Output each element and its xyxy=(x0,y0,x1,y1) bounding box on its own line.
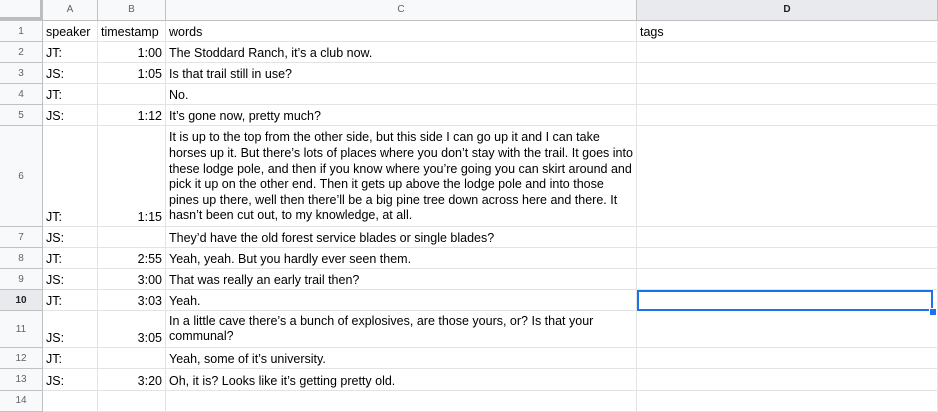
spreadsheet-grid: A B C D 1 speaker timestamp words tags 2… xyxy=(0,0,938,412)
cell[interactable]: Is that trail still in use? xyxy=(166,63,637,84)
cell[interactable]: words xyxy=(166,21,637,42)
fill-handle[interactable] xyxy=(929,308,937,316)
row-header[interactable]: 6 xyxy=(0,126,43,227)
row-header[interactable]: 1 xyxy=(0,21,43,42)
table-row: JT: 2:55 Yeah, yeah. But you hardly ever… xyxy=(43,248,938,269)
cell[interactable]: speaker xyxy=(43,21,98,42)
table-row: JT: 1:15 It is up to the top from the ot… xyxy=(43,126,938,227)
cell[interactable] xyxy=(637,84,938,105)
cell[interactable]: JT: xyxy=(43,42,98,63)
column-header-c[interactable]: C xyxy=(166,0,637,20)
cell[interactable] xyxy=(98,348,166,369)
cell[interactable]: 3:03 xyxy=(98,290,166,311)
table-row: JS: 1:12 It’s gone now, pretty much? xyxy=(43,105,938,126)
cell[interactable]: Oh, it is? Looks like it’s getting prett… xyxy=(166,369,637,391)
cell[interactable]: JS: xyxy=(43,227,98,248)
row-header[interactable]: 12 xyxy=(0,348,43,369)
cell[interactable] xyxy=(637,269,938,290)
cell[interactable]: That was really an early trail then? xyxy=(166,269,637,290)
cell[interactable] xyxy=(637,63,938,84)
cell[interactable]: JS: xyxy=(43,105,98,126)
table-row: JS: 3:05 In a little cave there’s a bunc… xyxy=(43,311,938,348)
column-header-a[interactable]: A xyxy=(43,0,98,20)
table-row: JS: 3:20 Oh, it is? Looks like it’s gett… xyxy=(43,369,938,391)
cell[interactable]: It is up to the top from the other side,… xyxy=(166,126,637,227)
cell[interactable]: They’d have the old forest service blade… xyxy=(166,227,637,248)
row-header[interactable]: 10 xyxy=(0,290,43,311)
cell[interactable]: The Stoddard Ranch, it’s a club now. xyxy=(166,42,637,63)
table-row: JS: 1:05 Is that trail still in use? xyxy=(43,63,938,84)
column-header-d[interactable]: D xyxy=(637,0,938,20)
select-all-corner[interactable] xyxy=(0,0,43,20)
cell[interactable]: Yeah, some of it’s university. xyxy=(166,348,637,369)
row-header[interactable]: 3 xyxy=(0,63,43,84)
cell[interactable]: tags xyxy=(637,21,938,42)
row-header[interactable]: 8 xyxy=(0,248,43,269)
cell[interactable]: JS: xyxy=(43,269,98,290)
table-row: JT: Yeah, some of it’s university. xyxy=(43,348,938,369)
cell[interactable] xyxy=(98,227,166,248)
table-row: speaker timestamp words tags xyxy=(43,21,938,42)
cell[interactable]: Yeah, yeah. But you hardly ever seen the… xyxy=(166,248,637,269)
cell[interactable] xyxy=(637,348,938,369)
row-header[interactable]: 2 xyxy=(0,42,43,63)
cell[interactable]: JT: xyxy=(43,290,98,311)
table-row xyxy=(43,391,938,412)
cell[interactable]: No. xyxy=(166,84,637,105)
column-header-b[interactable]: B xyxy=(98,0,166,20)
cell[interactable]: 2:55 xyxy=(98,248,166,269)
cell[interactable] xyxy=(637,311,938,348)
cell[interactable]: JT: xyxy=(43,126,98,227)
cell[interactable] xyxy=(637,227,938,248)
cell[interactable]: In a little cave there’s a bunch of expl… xyxy=(166,311,637,348)
cell[interactable]: 3:00 xyxy=(98,269,166,290)
row-header[interactable]: 7 xyxy=(0,227,43,248)
cell[interactable]: JS: xyxy=(43,369,98,391)
cell[interactable]: JT: xyxy=(43,348,98,369)
cell[interactable]: JS: xyxy=(43,311,98,348)
cell[interactable] xyxy=(98,84,166,105)
cell[interactable]: 3:20 xyxy=(98,369,166,391)
cell[interactable] xyxy=(637,369,938,391)
row-header[interactable]: 11 xyxy=(0,311,43,348)
cell[interactable] xyxy=(166,391,637,412)
cell[interactable] xyxy=(98,391,166,412)
table-row: JT: 1:00 The Stoddard Ranch, it’s a club… xyxy=(43,42,938,63)
cell[interactable] xyxy=(637,105,938,126)
cell[interactable]: 1:00 xyxy=(98,42,166,63)
cell[interactable] xyxy=(637,126,938,227)
table-row: JT: No. xyxy=(43,84,938,105)
row-header[interactable]: 9 xyxy=(0,269,43,290)
table-row: JS: 3:00 That was really an early trail … xyxy=(43,269,938,290)
row-header[interactable]: 13 xyxy=(0,369,43,391)
cell[interactable] xyxy=(637,248,938,269)
row-header[interactable]: 5 xyxy=(0,105,43,126)
cell-selection-outline xyxy=(637,290,933,311)
cell[interactable]: JT: xyxy=(43,84,98,105)
row-header[interactable]: 14 xyxy=(0,391,43,412)
cell[interactable] xyxy=(637,42,938,63)
cell[interactable]: JS: xyxy=(43,63,98,84)
cell[interactable]: JT: xyxy=(43,248,98,269)
cell[interactable]: timestamp xyxy=(98,21,166,42)
cell[interactable]: Yeah. xyxy=(166,290,637,311)
row-header[interactable]: 4 xyxy=(0,84,43,105)
cell[interactable]: 3:05 xyxy=(98,311,166,348)
table-row: JS: They’d have the old forest service b… xyxy=(43,227,938,248)
cell[interactable]: 1:15 xyxy=(98,126,166,227)
cell[interactable] xyxy=(43,391,98,412)
cell[interactable]: 1:12 xyxy=(98,105,166,126)
cell[interactable] xyxy=(637,391,938,412)
cell[interactable]: It’s gone now, pretty much? xyxy=(166,105,637,126)
cell[interactable]: 1:05 xyxy=(98,63,166,84)
